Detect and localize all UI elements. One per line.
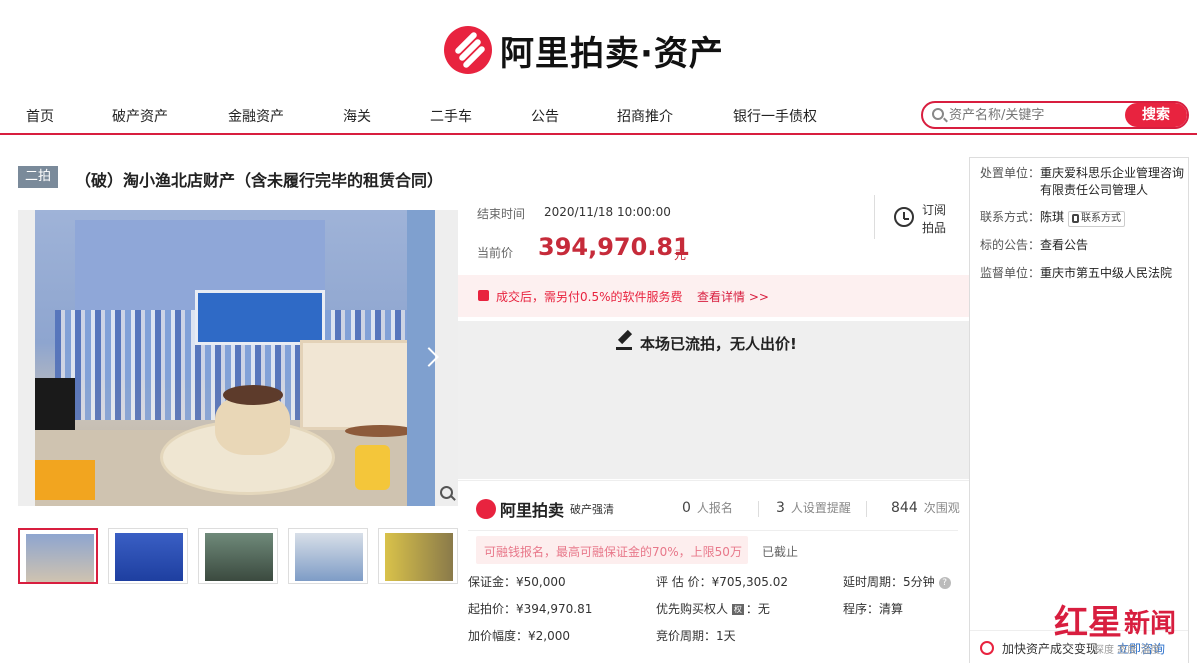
watermark-mark: 红星 [1054,603,1122,643]
delay-text: 延时周期：5分钟 [843,575,935,589]
auction-stats: 阿里拍卖 破产强清 0 人报名 3 人设置提醒 844 次围观 可融钱报名，最高可融保… [458,480,970,663]
priority-value: ：无 [745,602,770,616]
increment: 加价幅度：¥2,000 [468,629,570,643]
price-unit: 元 [674,248,687,262]
reminders: 3 人设置提醒 [776,499,851,516]
thumbnail-1[interactable] [18,528,98,584]
nav-customs[interactable]: 海关 [343,106,371,126]
deposit-finance-tip: 可融钱报名，最高可融保证金的70%，上限50万 [476,536,748,564]
thumbnail-3[interactable] [198,528,278,584]
help-icon[interactable]: ? [938,576,951,589]
supervisor-label: 监督单位： [980,266,1041,280]
start-price: 起拍价：¥394,970.81 [468,602,593,616]
round-badge: 二拍 [18,166,58,188]
item-title: （破）淘小渔北店财产（含未履行完毕的租赁合同） [75,171,444,190]
deposit: 保证金：¥50,000 [468,575,566,589]
reminders-label: 人设置提醒 [790,501,851,515]
alibaba-auction-logo-icon [444,26,492,74]
bid-cycle: 竞价周期：1天 [656,629,736,643]
registrations-label: 人报名 [696,501,733,515]
registrations: 0 人报名 [682,499,733,516]
appraisal-price: 评 估 价：¥705,305.02 [656,575,788,589]
supervisor: 监督单位： 重庆市第五中级人民法院 [980,265,1186,283]
nav-announcements[interactable]: 公告 [531,106,559,126]
contact-button[interactable]: 联系方式 [1068,211,1126,227]
nav-investment[interactable]: 招商推介 [617,106,673,126]
site-header: 阿里拍卖·资产 [0,0,1197,95]
procedure: 程序：清算 [843,602,904,616]
brand-logo: 阿里拍卖 破产强清 [476,497,614,521]
subscribe-button[interactable]: 订阅拍品 [922,201,952,237]
divider [874,195,875,239]
search-input[interactable] [949,105,1119,125]
brand-sub: 破产强清 [570,503,615,516]
auction-status-panel: 本场已流拍，无人出价! [458,321,970,479]
brand-name: 阿里拍卖 [500,501,565,520]
notice: 标的公告： 查看公告 [980,237,1186,255]
thumbnail-5[interactable] [378,528,458,584]
reminders-count: 3 [776,500,785,516]
fee-details-link[interactable]: 查看详情 >> [697,288,769,305]
nav-financial-assets[interactable]: 金融资产 [228,106,284,126]
room-photo [35,210,435,506]
views-label: 次围观 [923,501,960,515]
alibaba-auction-icon [476,499,496,519]
deposit-tip-text: 可融钱报名，最高可融保证金的70%，上限50万 [484,545,742,559]
service-fee-notice: 成交后，需另付0.5%的软件服务费 查看详情 >> [458,275,970,317]
registrations-count: 0 [682,500,691,516]
contact-button-label: 联系方式 [1081,213,1122,224]
current-price-label: 当前价 [477,246,514,260]
views-count: 844 [891,500,918,516]
priority-buyer: 优先购买权人 权：无 [656,600,770,617]
end-time-value: 2020/11/18 10:00:00 [544,205,671,219]
disposal-org-label: 处置单位： [980,166,1041,180]
heart-icon [980,641,994,655]
thumbnail-4[interactable] [288,528,368,584]
search-button[interactable]: 搜索 [1125,103,1187,127]
zoom-icon[interactable] [440,486,456,502]
disposal-org: 处置单位： 重庆爱科思乐企业管理咨询有限责任公司管理人 [980,165,1186,201]
contact-value: 陈琪 联系方式 [1040,209,1186,227]
notice-label: 标的公告： [980,238,1041,252]
watermark-text: 新闻 [1124,609,1177,639]
clock-icon[interactable] [894,207,914,227]
divider [758,501,759,517]
disposal-org-value: 重庆爱科思乐企业管理咨询有限责任公司管理人 [1040,166,1185,197]
gift-icon [478,290,489,301]
logo-text: 阿里拍卖·资产 [500,33,724,74]
nav-used-cars[interactable]: 二手车 [430,106,472,126]
thumbnail-2[interactable] [108,528,188,584]
end-time-label: 结束时间 [477,207,526,221]
nav-bank-debt[interactable]: 银行一手债权 [733,106,817,126]
divider [866,501,867,517]
delay-cycle: 延时周期：5分钟? [843,573,951,590]
thumbnail-strip [18,528,458,584]
phone-icon [1072,213,1080,223]
side-panel: 处置单位： 重庆爱科思乐企业管理咨询有限责任公司管理人 联系方式： 陈琪 联系方式… [969,157,1189,663]
service-fee-text: 成交后，需另付0.5%的软件服务费 [496,290,683,304]
divider [468,530,958,531]
auction-status-text: 本场已流拍，无人出价! [640,335,797,353]
contact: 联系方式： 陈琪 联系方式 [980,209,1186,227]
search-box: 搜索 [921,101,1189,129]
site-logo[interactable]: 阿里拍卖·资产 [444,25,724,75]
contact-label: 联系方式： [980,210,1041,224]
supervisor-value: 重庆市第五中级人民法院 [1040,266,1173,280]
current-price-value: 394,970.81 [538,233,690,261]
views: 844 次围观 [891,499,960,516]
search-icon [932,108,944,120]
priority-label: 优先购买权人 [656,602,729,616]
priority-rights-icon: 权 [731,604,744,615]
gavel-icon [616,333,634,351]
deposit-ended: 已截止 [762,545,799,559]
view-notice-link[interactable]: 查看公告 [1040,237,1186,254]
nav-home[interactable]: 首页 [26,106,54,126]
contact-name: 陈琪 [1040,210,1065,224]
watermark-sub: 深度 态度 温度 [1094,645,1161,656]
main-photo[interactable] [18,210,458,506]
nav-bankruptcy-assets[interactable]: 破产资产 [112,106,168,126]
news-watermark: 红星 新闻 深度 态度 温度 [1054,595,1194,657]
